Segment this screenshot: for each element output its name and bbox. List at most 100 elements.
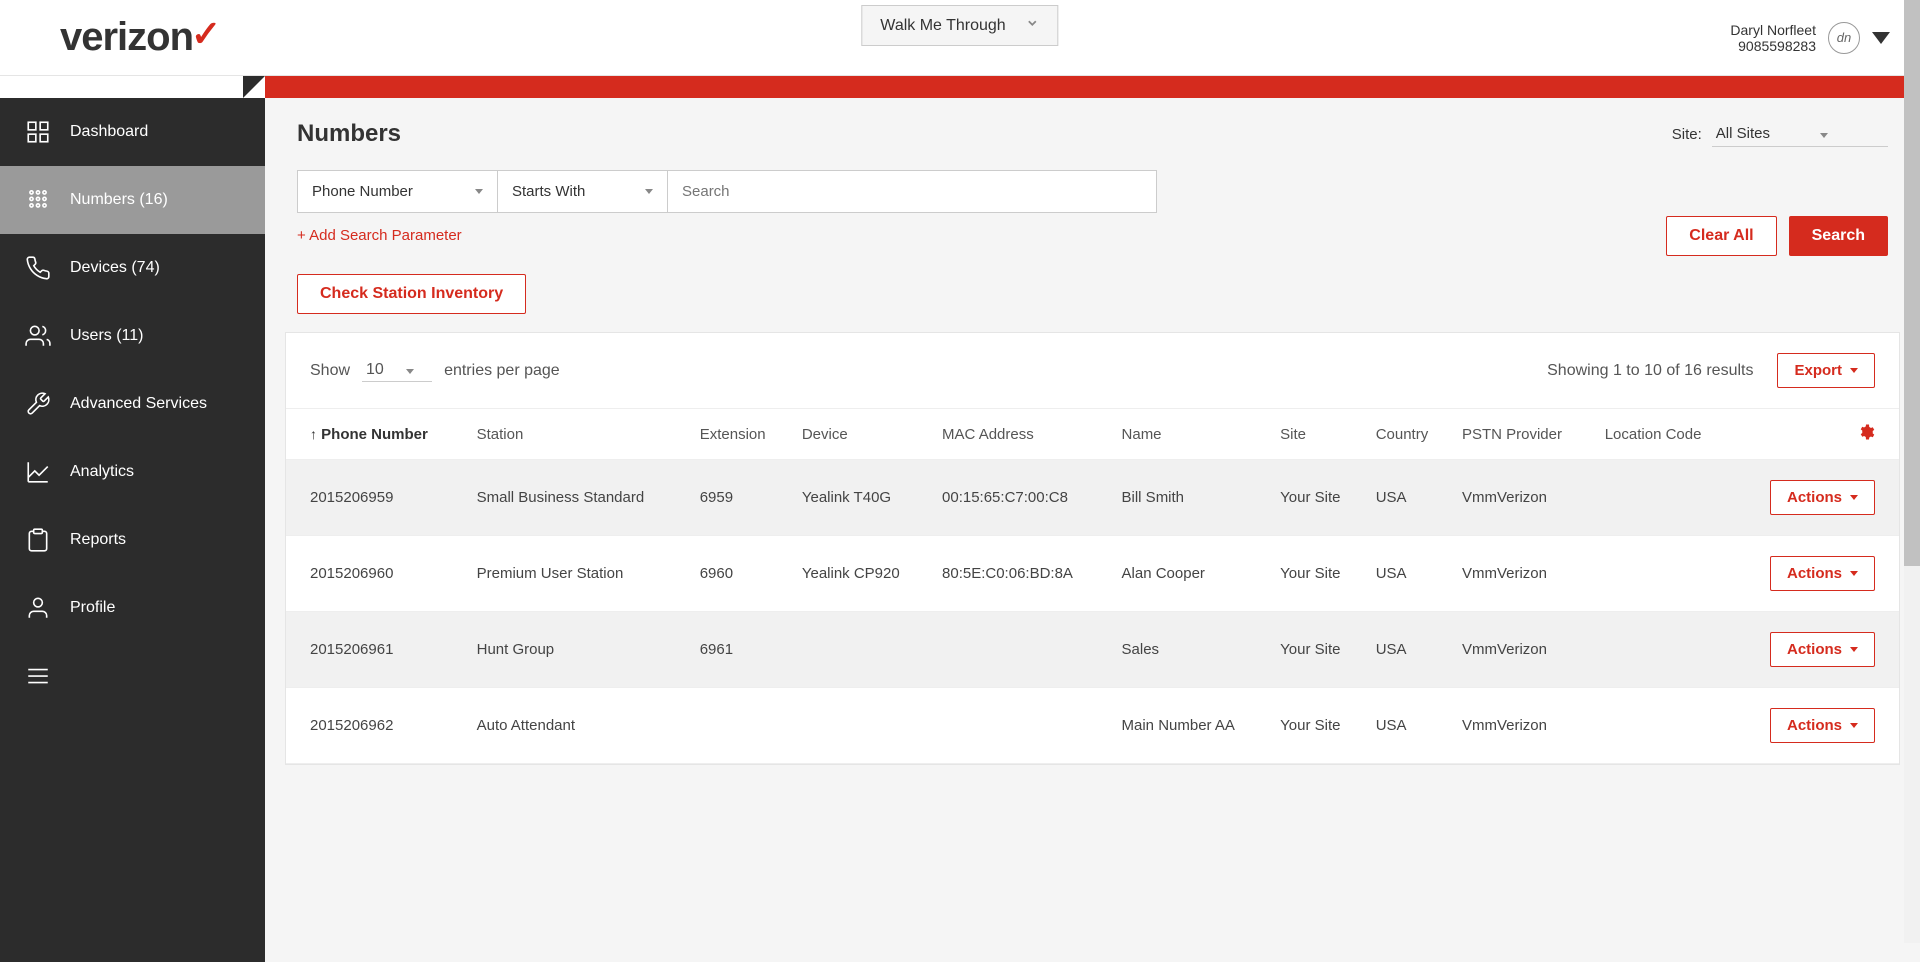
sidebar-item-reports[interactable]: Reports	[0, 506, 265, 574]
scrollbar[interactable]	[1904, 0, 1920, 943]
numbers-table: ↑ Phone Number Station Extension Device …	[286, 408, 1899, 764]
user-id: 9085598283	[1730, 38, 1816, 54]
search-input[interactable]	[667, 170, 1157, 213]
table-cell: VmmVerizon	[1452, 612, 1595, 688]
avatar: dn	[1828, 22, 1860, 54]
table-cell: Bill Smith	[1112, 460, 1271, 536]
users-icon	[24, 322, 52, 350]
sidebar-item-analytics[interactable]: Analytics	[0, 438, 265, 506]
user-name: Daryl Norfleet	[1730, 22, 1816, 38]
table-cell	[792, 688, 932, 764]
table-cell: VmmVerizon	[1452, 460, 1595, 536]
table-cell: 6959	[690, 460, 792, 536]
sidebar-item-devices[interactable]: Devices (74)	[0, 234, 265, 302]
sidebar-item-dashboard[interactable]: Dashboard	[0, 98, 265, 166]
check-station-inventory-button[interactable]: Check Station Inventory	[297, 274, 526, 314]
export-button[interactable]: Export	[1777, 353, 1875, 388]
column-mac-address[interactable]: MAC Address	[932, 409, 1112, 460]
table-cell-actions: Actions	[1734, 536, 1899, 612]
column-location-code[interactable]: Location Code	[1595, 409, 1734, 460]
site-select[interactable]: All Sites	[1712, 121, 1888, 147]
dashboard-icon	[24, 118, 52, 146]
entries-suffix: entries per page	[444, 362, 560, 380]
chevron-down-icon	[1850, 647, 1858, 652]
search-button[interactable]: Search	[1789, 216, 1888, 256]
table-cell: Small Business Standard	[467, 460, 690, 536]
column-pstn-provider[interactable]: PSTN Provider	[1452, 409, 1595, 460]
search-match-select[interactable]: Starts With	[497, 170, 667, 213]
chevron-down-icon	[1850, 571, 1858, 576]
site-value: All Sites	[1716, 125, 1770, 142]
column-country[interactable]: Country	[1366, 409, 1452, 460]
table-cell: USA	[1366, 460, 1452, 536]
table-cell: Yealink CP920	[792, 536, 932, 612]
table-row: 2015206961Hunt Group6961SalesYour SiteUS…	[286, 612, 1899, 688]
page-title: Numbers	[297, 120, 401, 148]
table-row: 2015206959Small Business Standard6959Yea…	[286, 460, 1899, 536]
clear-all-button[interactable]: Clear All	[1666, 216, 1776, 256]
sidebar-item-label: Advanced Services	[70, 395, 207, 413]
table-cell	[1595, 536, 1734, 612]
table-cell: Your Site	[1270, 688, 1366, 764]
actions-button[interactable]: Actions	[1770, 632, 1875, 667]
search-field-select[interactable]: Phone Number	[297, 170, 497, 213]
column-settings[interactable]	[1734, 409, 1899, 460]
user-menu[interactable]: Daryl Norfleet 9085598283 dn	[1730, 22, 1890, 54]
table-cell: 6960	[690, 536, 792, 612]
table-cell: Sales	[1112, 612, 1271, 688]
scrollbar-thumb[interactable]	[1904, 0, 1920, 566]
logo-text: verizon	[60, 15, 193, 60]
entries-per-page-select[interactable]: 10	[362, 359, 432, 382]
sidebar-item-label: Profile	[70, 599, 115, 617]
chevron-down-icon	[645, 189, 653, 194]
actions-button[interactable]: Actions	[1770, 708, 1875, 743]
show-label: Show	[310, 362, 350, 380]
table-row: 2015206960Premium User Station6960Yealin…	[286, 536, 1899, 612]
table-cell-actions: Actions	[1734, 612, 1899, 688]
dialpad-icon	[24, 186, 52, 214]
sort-ascending-icon: ↑	[310, 426, 317, 442]
table-cell-actions: Actions	[1734, 688, 1899, 764]
sidebar-item-profile[interactable]: Profile	[0, 574, 265, 642]
column-site[interactable]: Site	[1270, 409, 1366, 460]
results-count: Showing 1 to 10 of 16 results	[1547, 362, 1753, 380]
sidebar-item-users[interactable]: Users (11)	[0, 302, 265, 370]
table-cell: 2015206961	[286, 612, 467, 688]
column-device[interactable]: Device	[792, 409, 932, 460]
table-cell: Your Site	[1270, 536, 1366, 612]
chart-icon	[24, 458, 52, 486]
chevron-down-icon	[475, 189, 483, 194]
table-cell: Premium User Station	[467, 536, 690, 612]
checkmark-icon: ✓	[191, 13, 220, 55]
table-cell: Your Site	[1270, 460, 1366, 536]
table-cell: Yealink T40G	[792, 460, 932, 536]
table-cell-actions: Actions	[1734, 460, 1899, 536]
sidebar-item-advanced-services[interactable]: Advanced Services	[0, 370, 265, 438]
actions-button[interactable]: Actions	[1770, 480, 1875, 515]
column-name[interactable]: Name	[1112, 409, 1271, 460]
sidebar-item-label: Devices (74)	[70, 259, 160, 277]
sidebar-item-numbers[interactable]: Numbers (16)	[0, 166, 265, 234]
sidebar-item-label: Reports	[70, 531, 126, 549]
column-extension[interactable]: Extension	[690, 409, 792, 460]
table-cell: USA	[1366, 612, 1452, 688]
chevron-down-icon	[1850, 495, 1858, 500]
chevron-down-icon	[1820, 133, 1828, 138]
sidebar-collapse[interactable]	[0, 642, 265, 710]
column-station[interactable]: Station	[467, 409, 690, 460]
column-phone-number[interactable]: ↑ Phone Number	[286, 409, 467, 460]
profile-icon	[24, 594, 52, 622]
actions-button[interactable]: Actions	[1770, 556, 1875, 591]
walk-me-label: Walk Me Through	[880, 17, 1005, 35]
chevron-down-icon	[1026, 16, 1040, 35]
sidebar-item-label: Analytics	[70, 463, 134, 481]
table-cell	[1595, 612, 1734, 688]
table-cell: VmmVerizon	[1452, 536, 1595, 612]
walk-me-through-dropdown[interactable]: Walk Me Through	[861, 5, 1058, 46]
gear-icon	[1857, 428, 1875, 445]
sidebar-item-label: Users (11)	[70, 327, 144, 345]
table-cell: 6961	[690, 612, 792, 688]
table-cell: 00:15:65:C7:00:C8	[932, 460, 1112, 536]
verizon-logo: verizon ✓	[60, 15, 220, 60]
table-cell: 2015206960	[286, 536, 467, 612]
